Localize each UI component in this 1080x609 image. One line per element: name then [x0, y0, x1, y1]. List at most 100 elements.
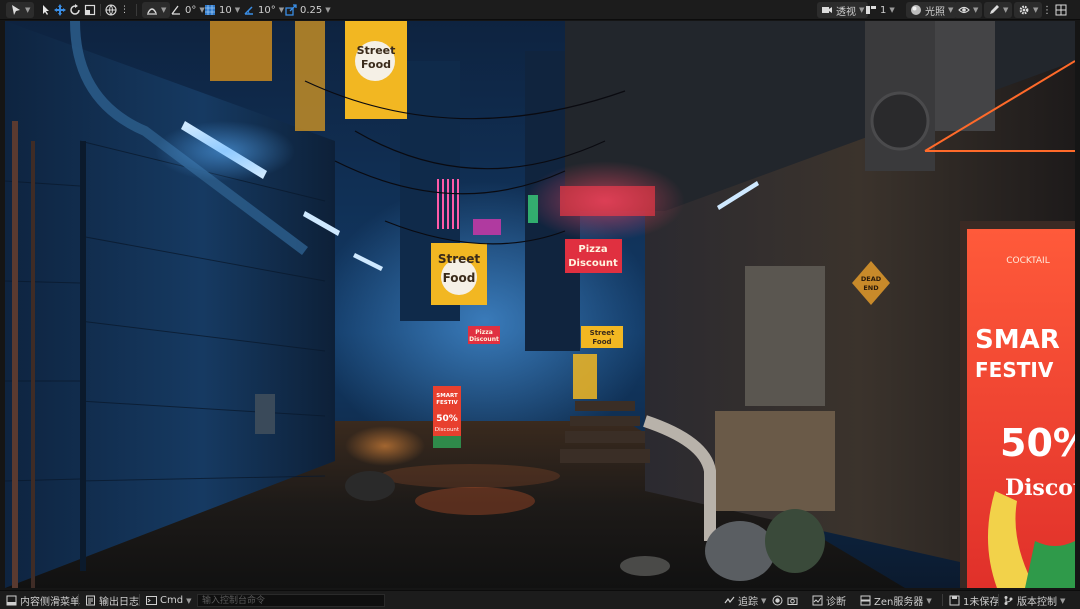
grid-snap-toggle[interactable]: 10 ▼	[204, 2, 240, 18]
terminal-icon	[146, 596, 157, 605]
chevron-down-icon: ▼	[25, 6, 31, 14]
debris	[345, 471, 395, 501]
console-command-input[interactable]	[197, 594, 385, 607]
content-drawer-button[interactable]: 内容侧滑菜单	[6, 594, 80, 608]
chevron-down-icon: ▼	[926, 596, 932, 605]
lit-window	[210, 21, 272, 81]
statusbar-divider	[139, 594, 140, 606]
zen-server-menu[interactable]: Zen服务器 ▼	[860, 594, 932, 608]
billboard-line3: 50%	[1000, 421, 1075, 465]
diagnostics-label: 诊断	[826, 597, 846, 608]
green-neon	[528, 195, 538, 223]
lighting-sphere-icon	[911, 5, 921, 15]
surface-snap-menu[interactable]: ▼	[142, 2, 171, 18]
server-icon	[860, 595, 871, 606]
viewport-layout-button[interactable]	[1055, 2, 1067, 18]
unsaved-label: 1未保存	[963, 597, 1000, 608]
dead-end-line1: DEAD	[861, 275, 882, 283]
grid-snap-icon	[205, 5, 215, 15]
more-icon: ⋮	[1042, 4, 1052, 16]
content-drawer-label: 内容侧滑菜单	[20, 597, 80, 608]
source-control-menu[interactable]: 版本控制 ▼	[1003, 594, 1066, 608]
chevron-down-icon: ▼	[161, 6, 167, 14]
layout-icon	[1055, 4, 1067, 16]
select-mode-menu[interactable]: ▼	[6, 2, 35, 18]
lighting-mode-menu[interactable]: 光照 ▼	[906, 2, 958, 18]
chevron-down-icon: ▼	[1060, 596, 1066, 605]
rotate-tool-button[interactable]	[69, 2, 81, 18]
chevron-down-icon: ▼	[859, 6, 865, 14]
lit-window	[295, 21, 325, 131]
angle-snap-toggle[interactable]: 10° ▼	[243, 2, 284, 18]
output-log-button[interactable]: 输出日志	[85, 594, 139, 608]
pink-glow	[525, 161, 685, 241]
scale-icon	[84, 4, 96, 16]
rotation-snap-toggle[interactable]: 0° ▼	[170, 2, 205, 18]
translate-tool-button[interactable]	[54, 2, 66, 18]
view-mode-menu[interactable]: 透视 ▼	[817, 2, 869, 18]
blue-neon-glow	[155, 121, 295, 181]
chevron-down-icon: ▼	[973, 6, 979, 14]
debris	[620, 556, 670, 576]
scale-tool-button[interactable]	[84, 2, 96, 18]
billboard-line2: FESTIV	[975, 358, 1054, 382]
status-bar: 内容侧滑菜单 输出日志 Cmd ▼ 追踪 ▼ 诊断 Zen服务器 ▼ 1未保存 …	[0, 590, 1080, 609]
warm-light-glow	[345, 426, 425, 466]
cmd-label: Cmd	[160, 595, 184, 606]
stone-platform	[715, 411, 835, 511]
level-viewport[interactable]: Street Food Street Food Pizza Discount P…	[5, 21, 1075, 588]
screenshot-button[interactable]	[787, 594, 798, 607]
record-button[interactable]	[772, 594, 783, 607]
select-mode-icon	[12, 5, 20, 15]
diagnostics-button[interactable]: 诊断	[812, 594, 846, 608]
record-icon	[772, 595, 783, 606]
chevron-down-icon: ▼	[889, 6, 895, 14]
scale-snap-icon	[285, 4, 297, 16]
show-flags-menu[interactable]: ▼	[954, 2, 983, 18]
scale-snap-toggle[interactable]: 0.25 ▼	[285, 2, 331, 18]
puddle-reflection	[415, 487, 535, 515]
street-food-small-line2: Food	[592, 338, 611, 346]
chevron-down-icon: ▼	[761, 596, 767, 605]
chevron-down-icon: ▼	[234, 6, 241, 14]
more-options-button[interactable]: ⋮	[1042, 2, 1052, 18]
pizza-discount-line1: Pizza	[578, 244, 607, 255]
more-icon: ⋮	[120, 5, 129, 15]
chevron-down-icon: ▼	[278, 6, 285, 14]
billboard-line1: SMAR	[975, 325, 1060, 355]
pizza-small-line1: Pizza	[475, 329, 493, 336]
layers-icon	[866, 6, 876, 14]
eye-icon	[958, 6, 970, 14]
chevron-down-icon: ▼	[325, 6, 331, 14]
layers-value: 1	[880, 4, 887, 16]
trace-menu[interactable]: 追踪 ▼	[724, 594, 767, 608]
settings-icon	[1019, 5, 1029, 15]
camera-icon	[822, 7, 832, 13]
street-food-top-line2: Food	[361, 58, 391, 71]
pizza-small-line2: Discount	[469, 336, 499, 343]
output-log-label: 输出日志	[99, 597, 139, 608]
save-icon	[949, 595, 960, 606]
street-food-small-line1: Street	[590, 329, 615, 337]
statusbar-divider	[998, 594, 999, 606]
small-yellow-sign	[573, 354, 597, 399]
viewport-settings-menu[interactable]: ▼	[1014, 2, 1043, 18]
unsaved-changes-button[interactable]: 1未保存	[949, 594, 1000, 608]
viewport-layout-menu[interactable]: 1 ▼	[865, 2, 895, 18]
chevron-down-icon: ▼	[948, 6, 954, 14]
camera-icon	[787, 597, 798, 605]
statusbar-divider	[942, 594, 943, 606]
performance-menu[interactable]: ▼	[984, 2, 1013, 18]
cmd-dropdown[interactable]: Cmd ▼	[146, 594, 191, 607]
translate-icon	[54, 4, 66, 16]
angle-snap-icon	[244, 6, 253, 15]
smart-small-line2: FESTIV	[436, 400, 458, 406]
view-mode-label: 透视	[836, 6, 856, 18]
smart-small-line3: 50%	[436, 414, 458, 424]
lighting-mode-label: 光照	[925, 6, 945, 18]
purple-sign	[473, 219, 501, 235]
world-space-button[interactable]: ⋮	[105, 2, 129, 18]
alley-scene: Street Food Street Food Pizza Discount P…	[5, 21, 1075, 588]
cursor-tool-button[interactable]	[40, 2, 52, 18]
pizza-discount-line2: Discount	[568, 258, 618, 269]
